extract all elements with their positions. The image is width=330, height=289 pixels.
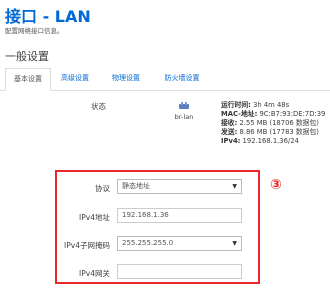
ipv4-netmask-select[interactable]: 255.255.255.0 ▼ bbox=[117, 236, 242, 251]
interface-name: br-lan bbox=[174, 113, 194, 121]
network-switch-icon bbox=[179, 102, 189, 109]
status-label: 状态 bbox=[91, 102, 106, 111]
protocol-select[interactable]: 静态地址 ▼ bbox=[117, 179, 242, 194]
page-title: 接口 - LAN bbox=[5, 7, 91, 26]
protocol-label: 协议 bbox=[95, 184, 110, 193]
page-subtitle: 配置网络接口信息。 bbox=[5, 27, 64, 35]
ipv4-netmask-label: IPv4子网掩码 bbox=[64, 241, 110, 250]
caret-down-icon: ▼ bbox=[232, 183, 237, 190]
section-title: 一般设置 bbox=[5, 50, 49, 63]
step-badge: ③ bbox=[270, 177, 282, 193]
tab-firewall-settings[interactable]: 防火墙设置 bbox=[155, 68, 209, 89]
caret-down-icon: ▼ bbox=[232, 240, 237, 247]
tab-basic-settings[interactable]: 基本设置 bbox=[5, 68, 51, 91]
status-line-tx: 发送: 8.86 MB (17783 数据包) bbox=[221, 128, 319, 136]
ipv4-gateway-input[interactable] bbox=[117, 264, 242, 279]
status-line-ipv4: IPv4: 192.168.1.36/24 bbox=[221, 137, 299, 145]
status-line-rx: 接收: 2.55 MB (18706 数据包) bbox=[221, 119, 319, 127]
tab-physical-settings[interactable]: 物理设置 bbox=[104, 68, 148, 89]
tab-advanced-settings[interactable]: 高级设置 bbox=[53, 68, 97, 89]
interface-indicator: br-lan bbox=[172, 101, 196, 121]
status-line-uptime: 运行时间: 3h 4m 48s bbox=[221, 101, 290, 109]
tab-bar: 基本设置 高级设置 物理设置 防火墙设置 bbox=[0, 68, 330, 91]
ipv4-address-input[interactable]: 192.168.1.36 bbox=[117, 208, 242, 223]
status-line-mac: MAC-地址: 9C:B7:93:DE:7D:39 bbox=[221, 110, 326, 118]
status-info: 运行时间: 3h 4m 48s MAC-地址: 9C:B7:93:DE:7D:3… bbox=[221, 101, 325, 146]
ipv4-address-label: IPv4地址 bbox=[79, 213, 110, 222]
ipv4-gateway-label: IPv4网关 bbox=[79, 269, 110, 278]
